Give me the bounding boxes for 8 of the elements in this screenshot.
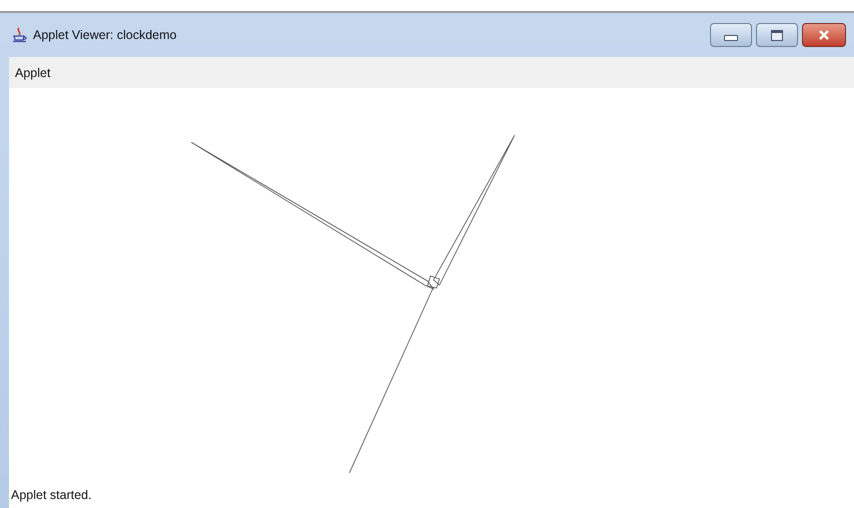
menu-item[interactable]: Applet: [15, 66, 50, 80]
window-title: Applet Viewer: clockdemo: [33, 28, 177, 42]
minimize-button[interactable]: [710, 23, 752, 47]
coffee-cup-icon: [11, 27, 29, 43]
close-icon: [818, 30, 830, 40]
status-text: Applet started.: [10, 487, 93, 504]
close-button[interactable]: [802, 23, 846, 47]
maximize-button[interactable]: [756, 23, 798, 47]
